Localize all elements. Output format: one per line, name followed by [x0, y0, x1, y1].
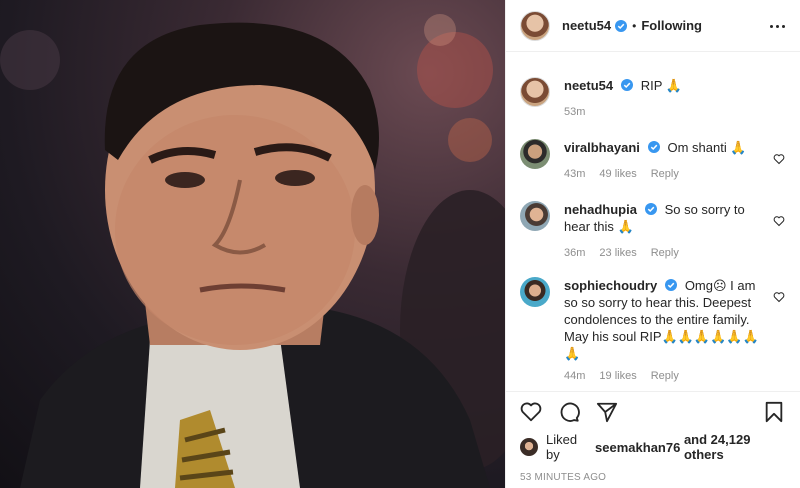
- heart-icon[interactable]: [773, 153, 785, 165]
- comment-bubble-icon[interactable]: [558, 401, 580, 423]
- comment-username[interactable]: sophiechoudry: [564, 278, 657, 293]
- avatar[interactable]: [520, 77, 550, 107]
- liked-by-user[interactable]: seemakhan76: [595, 440, 680, 455]
- comment-time[interactable]: 44m: [564, 370, 585, 382]
- avatar[interactable]: [520, 201, 550, 231]
- comment-likes[interactable]: 19 likes: [599, 370, 636, 382]
- comment-username[interactable]: neetu54: [564, 78, 613, 93]
- verified-badge-icon: [644, 203, 657, 215]
- heart-icon[interactable]: [773, 215, 785, 227]
- list-item: viralbhayani Om shanti 🙏 43m 49 likes Re…: [520, 139, 787, 180]
- comment-username[interactable]: viralbhayani: [564, 140, 640, 155]
- comment-text-block: viralbhayani Om shanti 🙏: [564, 139, 764, 156]
- avatar[interactable]: [520, 438, 538, 456]
- verified-badge-icon: [665, 279, 678, 291]
- owner-avatar[interactable]: [520, 10, 550, 41]
- post-photo[interactable]: [0, 0, 505, 488]
- bookmark-icon[interactable]: [763, 401, 785, 423]
- comments-list: neetu54 RIP 🙏 53m viralbhayani Om shanti…: [506, 52, 800, 391]
- verified-badge-icon: [647, 141, 660, 153]
- comment-meta: 43m 49 likes Reply: [564, 168, 764, 180]
- ellipsis-icon[interactable]: [767, 18, 787, 34]
- comment-time[interactable]: 43m: [564, 168, 585, 180]
- list-item: sophiechoudry Omg☹ I am so so sorry to h…: [520, 277, 787, 382]
- paper-plane-icon[interactable]: [596, 401, 618, 423]
- comment-text-block: sophiechoudry Omg☹ I am so so sorry to h…: [564, 277, 759, 362]
- comment-text-block: nehadhupia So so sorry to hear this 🙏: [564, 201, 754, 235]
- liked-by-prefix: Liked by: [546, 432, 578, 462]
- liked-by: Liked by seemakhan76 and 24,129 others: [520, 432, 787, 462]
- comment-time[interactable]: 36m: [564, 247, 585, 259]
- reply-button[interactable]: Reply: [651, 168, 679, 180]
- comment-meta: 36m 23 likes Reply: [564, 247, 754, 259]
- avatar[interactable]: [520, 277, 550, 307]
- comment-username[interactable]: nehadhupia: [564, 202, 637, 217]
- avatar[interactable]: [520, 139, 550, 169]
- verified-badge-icon: [621, 79, 634, 91]
- list-item: nehadhupia So so sorry to hear this 🙏 36…: [520, 201, 787, 259]
- post-header: neetu54 • Following: [506, 0, 800, 52]
- photo-man-portrait: [0, 14, 505, 488]
- comment-text-block: neetu54 RIP 🙏: [564, 77, 764, 94]
- heart-icon[interactable]: [773, 291, 785, 303]
- owner-username[interactable]: neetu54: [562, 18, 611, 33]
- reply-button[interactable]: Reply: [651, 247, 679, 259]
- post-actions: Liked by seemakhan76 and 24,129 others 5…: [506, 391, 800, 488]
- action-icons: [520, 392, 787, 432]
- caption: neetu54 RIP 🙏 53m: [520, 77, 764, 118]
- liked-by-count[interactable]: and 24,129 others: [684, 432, 787, 462]
- comment-text: RIP 🙏: [640, 78, 682, 93]
- instagram-post: neetu54 • Following neetu54 RIP 🙏 53m vi…: [0, 0, 800, 488]
- comment-text: Om shanti 🙏: [667, 140, 747, 155]
- post-timestamp[interactable]: 53 MINUTES AGO: [520, 472, 787, 483]
- comment-time[interactable]: 53m: [564, 106, 585, 118]
- comment-meta: 44m 19 likes Reply: [564, 370, 759, 382]
- following-button[interactable]: Following: [641, 18, 702, 33]
- post-side-panel: neetu54 • Following neetu54 RIP 🙏 53m vi…: [505, 0, 800, 488]
- heart-icon[interactable]: [520, 401, 542, 423]
- comment-likes[interactable]: 23 likes: [599, 247, 636, 259]
- reply-button[interactable]: Reply: [651, 370, 679, 382]
- comment-likes[interactable]: 49 likes: [599, 168, 636, 180]
- verified-badge-icon: [615, 19, 628, 32]
- comment-meta: 53m: [564, 106, 764, 118]
- header-separator: •: [632, 18, 637, 33]
